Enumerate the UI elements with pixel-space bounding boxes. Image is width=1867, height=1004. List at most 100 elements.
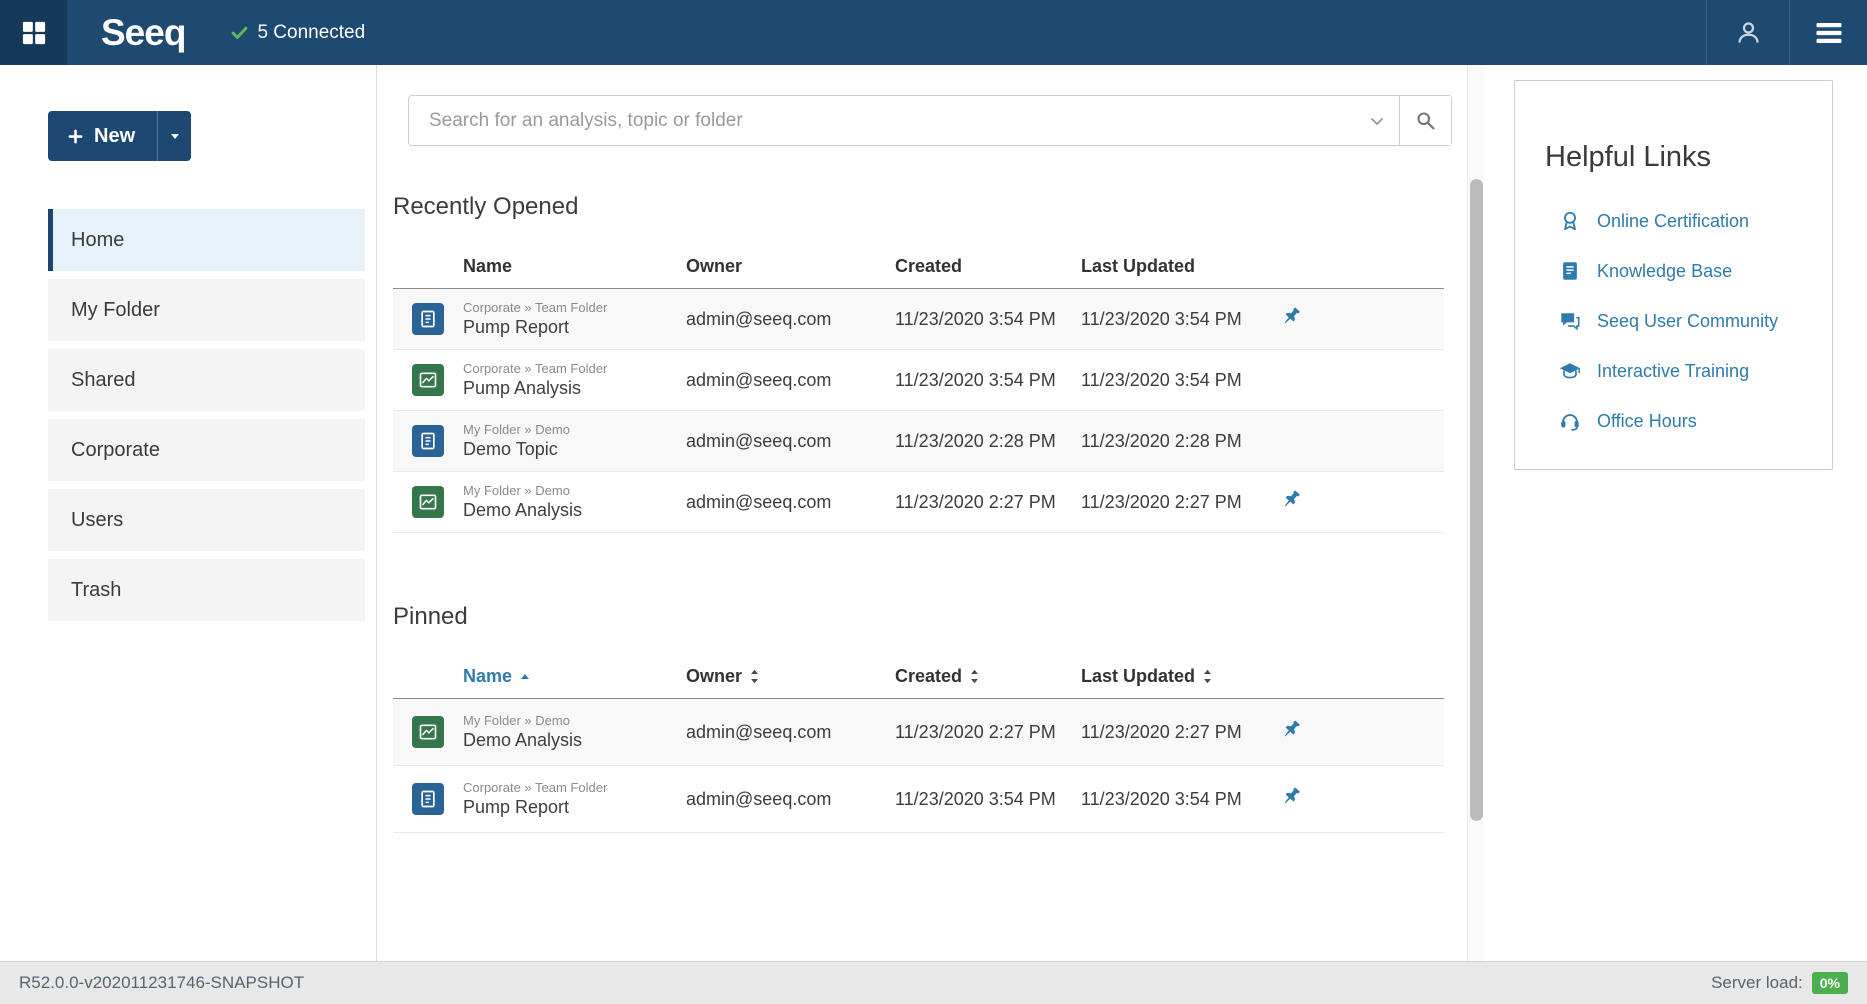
topbar: Seeq 5 Connected	[0, 0, 1867, 65]
search-icon	[1415, 110, 1436, 131]
owner-cell: admin@seeq.com	[686, 370, 895, 391]
created-cell: 11/23/2020 3:54 PM	[895, 370, 1081, 391]
sidebar-item-shared[interactable]: Shared	[48, 349, 365, 411]
column-header-updated[interactable]: Last Updated	[1081, 666, 1273, 687]
sidebar-item-label: Trash	[71, 579, 121, 602]
sidebar-item-home[interactable]: Home	[48, 209, 365, 271]
analysis-icon	[412, 364, 444, 396]
link-label: Interactive Training	[1597, 361, 1749, 382]
knowledge-base-icon	[1559, 260, 1581, 282]
new-button[interactable]: New	[48, 111, 191, 161]
column-header-label: Created	[895, 666, 962, 687]
column-header-created: Created	[895, 256, 1081, 277]
item-path: My Folder » Demo	[463, 483, 686, 498]
helpful-links-title: Helpful Links	[1545, 141, 1816, 174]
pin-icon[interactable]	[1277, 782, 1307, 812]
item-name-link[interactable]: Pump Analysis	[463, 378, 686, 399]
owner-cell: admin@seeq.com	[686, 492, 895, 513]
column-header-name-sorted[interactable]: Name	[463, 666, 686, 687]
link-label: Office Hours	[1597, 411, 1697, 432]
apps-grid-icon	[20, 19, 48, 47]
table-header-row: Name Owner Created Last Updated	[393, 655, 1444, 699]
link-interactive-training[interactable]: Interactive Training	[1545, 346, 1816, 396]
search-button[interactable]	[1399, 96, 1451, 145]
sort-ascending-icon	[519, 671, 531, 683]
item-name-link[interactable]: Pump Report	[463, 317, 686, 338]
user-profile-button[interactable]	[1706, 0, 1790, 65]
link-knowledge-base[interactable]: Knowledge Base	[1545, 246, 1816, 296]
vertical-scrollbar[interactable]	[1467, 65, 1484, 961]
table-row[interactable]: Corporate » Team FolderPump Report admin…	[393, 766, 1444, 833]
owner-cell: admin@seeq.com	[686, 789, 895, 810]
community-icon	[1559, 310, 1581, 332]
pin-icon[interactable]	[1277, 715, 1307, 745]
search-bar	[408, 95, 1452, 146]
pin-icon[interactable]	[1277, 302, 1307, 332]
hamburger-icon	[1814, 18, 1844, 48]
column-header-name: Name	[463, 256, 686, 277]
table-row[interactable]: My Folder » Demo Demo Analysis admin@seeq…	[393, 472, 1444, 533]
item-name-link[interactable]: Demo Topic	[463, 439, 686, 460]
search-dropdown-toggle[interactable]	[1355, 96, 1399, 145]
link-label: Knowledge Base	[1597, 261, 1732, 282]
search-input[interactable]	[409, 96, 1355, 145]
owner-cell: admin@seeq.com	[686, 431, 895, 452]
item-name-link[interactable]: Pump Report	[463, 797, 686, 818]
item-path: My Folder » Demo	[463, 422, 686, 437]
sidebar: New Home My Folder Shared Corporate User…	[0, 65, 377, 961]
main-content: Recently Opened Name Owner Created Last …	[377, 65, 1484, 961]
link-office-hours[interactable]: Office Hours	[1545, 396, 1816, 446]
created-cell: 11/23/2020 2:28 PM	[895, 431, 1081, 452]
link-label: Online Certification	[1597, 211, 1749, 232]
sidebar-item-trash[interactable]: Trash	[48, 559, 365, 621]
sidebar-item-label: My Folder	[71, 299, 160, 322]
item-path: Corporate » Team Folder	[463, 300, 686, 315]
new-button-dropdown[interactable]	[157, 111, 191, 161]
sidebar-item-label: Corporate	[71, 439, 160, 462]
sort-toggle-icon	[749, 668, 760, 685]
app-body: New Home My Folder Shared Corporate User…	[0, 65, 1867, 961]
apps-grid-button[interactable]	[0, 0, 67, 65]
item-name-link[interactable]: Demo Analysis	[463, 730, 686, 751]
sidebar-item-my-folder[interactable]: My Folder	[48, 279, 365, 341]
office-hours-icon	[1559, 410, 1581, 432]
pin-icon[interactable]	[1277, 485, 1307, 515]
updated-cell: 11/23/2020 3:54 PM	[1081, 309, 1273, 330]
new-button-main[interactable]: New	[48, 111, 157, 161]
folder-nav: Home My Folder Shared Corporate Users Tr…	[48, 209, 365, 621]
sidebar-item-label: Users	[71, 509, 123, 532]
updated-cell: 11/23/2020 3:54 PM	[1081, 370, 1273, 391]
scrollbar-thumb[interactable]	[1470, 179, 1483, 821]
link-seeq-user-community[interactable]: Seeq User Community	[1545, 296, 1816, 346]
sidebar-item-label: Home	[71, 229, 124, 252]
link-label: Seeq User Community	[1597, 311, 1778, 332]
topbar-spacer	[365, 0, 1706, 65]
sidebar-item-corporate[interactable]: Corporate	[48, 419, 365, 481]
column-header-created[interactable]: Created	[895, 666, 1081, 687]
table-row[interactable]: My Folder » DemoDemo Analysis admin@seeq…	[393, 699, 1444, 766]
sidebar-item-users[interactable]: Users	[48, 489, 365, 551]
created-cell: 11/23/2020 3:54 PM	[895, 309, 1081, 330]
column-header-owner[interactable]: Owner	[686, 666, 895, 687]
updated-cell: 11/23/2020 2:27 PM	[1081, 722, 1273, 743]
agents-connected-status[interactable]: 5 Connected	[231, 22, 365, 44]
table-row[interactable]: Corporate » Team FolderPump Analysis adm…	[393, 350, 1444, 411]
column-header-label: Owner	[686, 666, 742, 687]
server-load-badge: 0%	[1812, 972, 1848, 994]
hamburger-menu-button[interactable]	[1790, 0, 1867, 65]
table-row[interactable]: My Folder » Demo Demo Topic admin@seeq.co…	[393, 411, 1444, 472]
item-name-link[interactable]: Demo Analysis	[463, 500, 686, 521]
created-cell: 11/23/2020 2:27 PM	[895, 492, 1081, 513]
seeq-logo[interactable]: Seeq	[101, 12, 185, 54]
updated-cell: 11/23/2020 2:28 PM	[1081, 431, 1273, 452]
table-row[interactable]: Corporate » Team FolderPump Report admin…	[393, 289, 1444, 350]
analysis-icon	[412, 716, 444, 748]
column-header-owner: Owner	[686, 256, 895, 277]
link-online-certification[interactable]: Online Certification	[1545, 196, 1816, 246]
sort-toggle-icon	[1202, 668, 1213, 685]
sort-toggle-icon	[969, 668, 980, 685]
updated-cell: 11/23/2020 3:54 PM	[1081, 789, 1273, 810]
item-path: My Folder » Demo	[463, 713, 686, 728]
certification-icon	[1559, 210, 1581, 232]
user-icon	[1735, 19, 1762, 46]
